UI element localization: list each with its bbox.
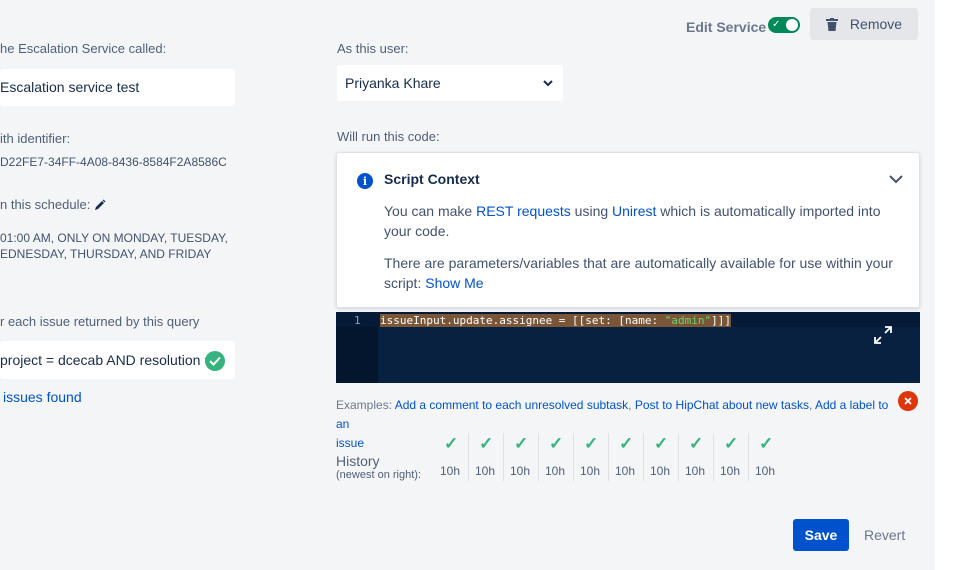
close-icon[interactable] [898, 391, 918, 411]
history-entry-label: 10h [615, 464, 636, 478]
remove-button[interactable]: Remove [810, 8, 918, 40]
code-line[interactable]: issueInput.update.assignee = [[set: [nam… [380, 314, 732, 327]
check-icon: ✓ [514, 434, 529, 453]
example-link-hipchat[interactable]: Post to HipChat about new tasks [635, 398, 809, 412]
show-me-link[interactable]: Show Me [425, 275, 483, 291]
history-row: ✓ 10h ✓ 10h ✓ 10h ✓ 10h ✓ 10h ✓ 10h ✓ 10h ✓ 10h … [434, 433, 784, 481]
check-icon: ✓ [759, 434, 774, 453]
script-context-panel: i Script Context You can make REST reque… [336, 152, 920, 308]
query-value: project = dcecab AND resolution = [0, 352, 213, 368]
text: using [570, 203, 613, 219]
pencil-icon[interactable] [94, 199, 106, 211]
code-string: "admin" [664, 314, 712, 327]
text: your code. [384, 223, 450, 239]
history-entry-label: 10h [720, 464, 741, 478]
chevron-down-icon[interactable] [889, 175, 903, 184]
schedule-line-2: EDNESDAY, THURSDAY, AND FRIDAY [0, 247, 212, 261]
expand-icon[interactable] [874, 326, 892, 344]
script-context-paragraph-1: You can make REST requests using Unirest… [384, 201, 904, 241]
code-editor[interactable]: 1 issueInput.update.assignee = [[set: [n… [336, 312, 920, 383]
history-entry-label: 10h [580, 464, 601, 478]
script-context-body: You can make REST requests using Unirest… [384, 201, 904, 293]
text: There are parameters/variables that are … [384, 255, 893, 271]
history-entry-label: 10h [650, 464, 671, 478]
code-text: issueInput.update.assignee = [[set: [nam… [380, 314, 665, 327]
user-label: As this user: [337, 41, 409, 56]
history-entry-label: 10h [755, 464, 776, 478]
check-icon: ✓ [549, 434, 564, 453]
identifier-value: D22FE7-34FF-4A08-8436-8584F2A8586C [0, 155, 227, 169]
history-entry-label: 10h [685, 464, 706, 478]
service-name-input[interactable]: Escalation service test [0, 69, 235, 106]
service-name-value: Escalation service test [0, 79, 140, 95]
history-entry[interactable]: ✓ 10h [469, 433, 504, 481]
issues-found-link[interactable]: issues found [3, 389, 82, 405]
check-icon: ✓ [654, 434, 669, 453]
history-entry-label: 10h [440, 464, 461, 478]
history-sublabel: (newest on right): [336, 469, 421, 481]
line-number: 1 [354, 314, 361, 327]
history-entry-label: 10h [475, 464, 496, 478]
history-entry[interactable]: ✓ 10h [644, 433, 679, 481]
code-text: ]]] [711, 314, 732, 327]
schedule-label-row: n this schedule: [0, 197, 106, 212]
schedule-label: n this schedule: [0, 197, 91, 212]
user-value: Priyanka Khare [345, 75, 441, 91]
check-icon: ✓ [619, 434, 634, 453]
example-link-label-cont[interactable]: issue [336, 436, 364, 450]
check-icon: ✓ [689, 434, 704, 453]
script-context-title: Script Context [384, 171, 480, 187]
edit-service-label: Edit Service [686, 19, 767, 35]
example-link-comment[interactable]: Add a comment to each unresolved subtask [395, 398, 628, 412]
edit-service-toggle[interactable]: ✓ [768, 17, 800, 33]
text: You can make [384, 203, 477, 219]
query-valid-icon [205, 351, 225, 371]
query-input[interactable]: project = dcecab AND resolution = [0, 341, 235, 379]
check-icon: ✓ [584, 434, 599, 453]
save-button[interactable]: Save [793, 519, 849, 551]
separator: , [628, 398, 635, 412]
code-label: Will run this code: [337, 129, 440, 144]
trash-icon [825, 17, 838, 31]
history-entry[interactable]: ✓ 10h [679, 433, 714, 481]
history-label: History [336, 453, 380, 469]
user-select[interactable]: Priyanka Khare [337, 65, 563, 101]
chevron-down-icon [543, 79, 553, 87]
script-context-paragraph-2: There are parameters/variables that are … [384, 253, 904, 293]
history-entry-label: 10h [510, 464, 531, 478]
toggle-knob [786, 19, 798, 31]
check-icon: ✓ [724, 434, 739, 453]
check-icon: ✓ [772, 19, 781, 30]
history-entry[interactable]: ✓ 10h [504, 433, 539, 481]
text: script: [384, 275, 426, 291]
examples-prefix: Examples: [336, 398, 395, 412]
history-entry[interactable]: ✓ 10h [714, 433, 749, 481]
history-entry[interactable]: ✓ 10h [574, 433, 609, 481]
check-icon: ✓ [444, 434, 459, 453]
history-entry[interactable]: ✓ 10h [609, 433, 644, 481]
history-entry-label: 10h [545, 464, 566, 478]
service-name-label: he Escalation Service called: [0, 41, 167, 56]
revert-button[interactable]: Revert [864, 527, 905, 543]
history-entry[interactable]: ✓ 10h [434, 433, 469, 481]
text: which is automatically imported into [656, 203, 881, 219]
history-entry[interactable]: ✓ 10h [749, 433, 784, 481]
info-icon: i [357, 173, 373, 189]
rest-requests-link[interactable]: REST requests [476, 203, 571, 219]
history-entry[interactable]: ✓ 10h [539, 433, 574, 481]
query-label: r each issue returned by this query [0, 314, 200, 329]
remove-label: Remove [849, 16, 903, 32]
check-icon: ✓ [479, 434, 494, 453]
unirest-link[interactable]: Unirest [612, 203, 656, 219]
identifier-label: ith identifier: [0, 131, 71, 146]
schedule-line-1: 01:00 AM, ONLY ON MONDAY, TUESDAY, [0, 231, 228, 245]
page-edge [935, 0, 955, 570]
